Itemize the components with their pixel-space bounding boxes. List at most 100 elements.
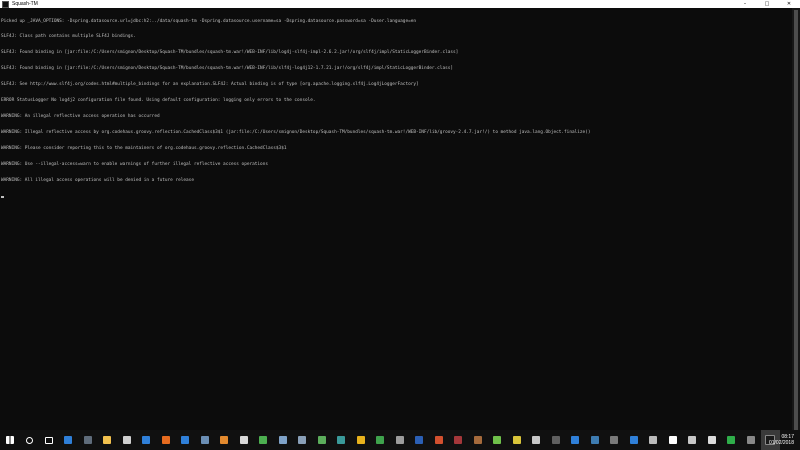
console-line: WARNING: Illegal reflective access by or… [1, 129, 591, 135]
console-line: WARNING: All illegal access operations w… [1, 177, 194, 183]
console-scrollbar[interactable] [792, 8, 800, 430]
app-globe-icon [590, 436, 599, 444]
start-windows-icon [5, 436, 14, 444]
taskbar-item-chrome[interactable] [351, 430, 371, 450]
taskbar-item-app-chat[interactable] [722, 430, 742, 450]
console-app-icon [2, 0, 9, 8]
taskbar-item-app-orange[interactable] [215, 430, 235, 450]
taskbar-item-app-storage[interactable] [605, 430, 625, 450]
console-line: SLF4J: Class path contains multiple SLF4… [1, 34, 136, 40]
app-check-icon [376, 436, 385, 444]
firefox-icon [161, 436, 170, 444]
window-title: Squash-TM [12, 1, 38, 7]
system-tray-clock[interactable]: 08:17 01/02/2018 [769, 430, 794, 450]
console-line: SLF4J: Found binding in [jar:file:/C:/Us… [1, 66, 454, 72]
taskbar-item-app-cube[interactable] [624, 430, 644, 450]
taskbar-item-file-explorer[interactable] [98, 430, 118, 450]
taskbar-item-mail[interactable] [59, 430, 79, 450]
app-envelope-icon [668, 436, 677, 444]
taskbar-item-app-teal[interactable] [332, 430, 352, 450]
app-chat-icon [727, 436, 736, 444]
minimize-button[interactable]: – [734, 0, 756, 8]
scrollbar-thumb[interactable] [794, 10, 798, 430]
taskbar-item-app-check[interactable] [371, 430, 391, 450]
taskbar-item-app-bolt[interactable] [566, 430, 586, 450]
app-grid2-icon [298, 436, 307, 444]
taskbar [0, 430, 800, 450]
taskbar-item-app-globe[interactable] [585, 430, 605, 450]
taskbar-item-powerpoint[interactable] [429, 430, 449, 450]
taskbar-item-app-grid[interactable] [195, 430, 215, 450]
taskbar-item-access[interactable] [449, 430, 469, 450]
app-photo-icon [278, 436, 287, 444]
taskbar-item-app-yellow[interactable] [507, 430, 527, 450]
calculator-app-icon [122, 436, 131, 444]
clock-date: 01/02/2018 [768, 440, 794, 446]
app-brown-icon [473, 436, 482, 444]
taskbar-item-app-envelope[interactable] [663, 430, 683, 450]
console-cursor-line [1, 193, 793, 198]
app-green-folder-icon [259, 436, 268, 444]
task-view-icon [44, 436, 53, 444]
console-line: WARNING: Use --illegal-access=warn to en… [1, 161, 268, 167]
maximize-button[interactable]: □ [756, 0, 778, 8]
taskbar-item-app-dark[interactable] [546, 430, 566, 450]
taskbar-item-calculator-app[interactable] [117, 430, 137, 450]
console-line: WARNING: Please consider reporting this … [1, 145, 287, 151]
window-titlebar[interactable]: Squash-TM – □ ✕ [0, 0, 800, 8]
taskbar-item-app-device[interactable] [390, 430, 410, 450]
app-pill-icon [649, 436, 658, 444]
console-line: WARNING: An illegal reflective access op… [1, 113, 160, 119]
taskbar-item-app-brown[interactable] [468, 430, 488, 450]
app-calendar-icon [688, 436, 697, 444]
app-yellow-icon [512, 436, 521, 444]
excel-icon [493, 436, 502, 444]
app-phone-icon [746, 436, 755, 444]
close-button[interactable]: ✕ [778, 0, 800, 8]
taskbar-item-calculator[interactable] [78, 430, 98, 450]
app-image-icon [532, 436, 541, 444]
taskbar-item-app-grid2[interactable] [293, 430, 313, 450]
taskbar-item-app-blue[interactable] [176, 430, 196, 450]
app-grid-icon [200, 436, 209, 444]
app-orange-icon [220, 436, 229, 444]
word-icon [415, 436, 424, 444]
taskbar-item-word[interactable] [410, 430, 430, 450]
app-green-icon [317, 436, 326, 444]
console-line: SLF4J: See http://www.slf4j.org/codes.ht… [1, 82, 419, 88]
taskbar-item-task-view[interactable] [39, 430, 59, 450]
console-line: SLF4J: Found binding in [jar:file:/C:/Us… [1, 50, 459, 56]
search-icon [25, 436, 33, 444]
app-light-icon [239, 436, 248, 444]
taskbar-item-app-green[interactable] [312, 430, 332, 450]
console-output[interactable]: Picked up _JAVA_OPTIONS: -Dspring.dataso… [0, 8, 793, 430]
taskbar-item-excel[interactable] [488, 430, 508, 450]
taskbar-item-start-windows[interactable] [0, 430, 20, 450]
file-explorer-icon [103, 436, 112, 444]
app-cube-icon [629, 436, 638, 444]
app-teal-icon [337, 436, 346, 444]
taskbar-item-search[interactable] [20, 430, 40, 450]
app-doc-icon [707, 436, 716, 444]
taskbar-item-app-image[interactable] [527, 430, 547, 450]
text-cursor [1, 196, 4, 198]
taskbar-item-firefox[interactable] [156, 430, 176, 450]
taskbar-item-edge-browser[interactable] [137, 430, 157, 450]
taskbar-item-app-pill[interactable] [644, 430, 664, 450]
taskbar-item-app-calendar[interactable] [683, 430, 703, 450]
app-storage-icon [610, 436, 619, 444]
console-line: Picked up _JAVA_OPTIONS: -Dspring.dataso… [1, 18, 417, 24]
app-device-icon [395, 436, 404, 444]
edge-browser-icon [142, 436, 151, 444]
console-line: ERROR StatusLogger No log4j2 configurati… [1, 98, 316, 104]
app-dark-icon [551, 436, 560, 444]
taskbar-item-app-light[interactable] [234, 430, 254, 450]
taskbar-item-app-doc[interactable] [702, 430, 722, 450]
taskbar-item-app-photo[interactable] [273, 430, 293, 450]
powerpoint-icon [434, 436, 443, 444]
app-blue-icon [181, 436, 190, 444]
app-bolt-icon [571, 436, 580, 444]
access-icon [454, 436, 463, 444]
taskbar-item-app-green-folder[interactable] [254, 430, 274, 450]
taskbar-item-app-phone[interactable] [741, 430, 761, 450]
